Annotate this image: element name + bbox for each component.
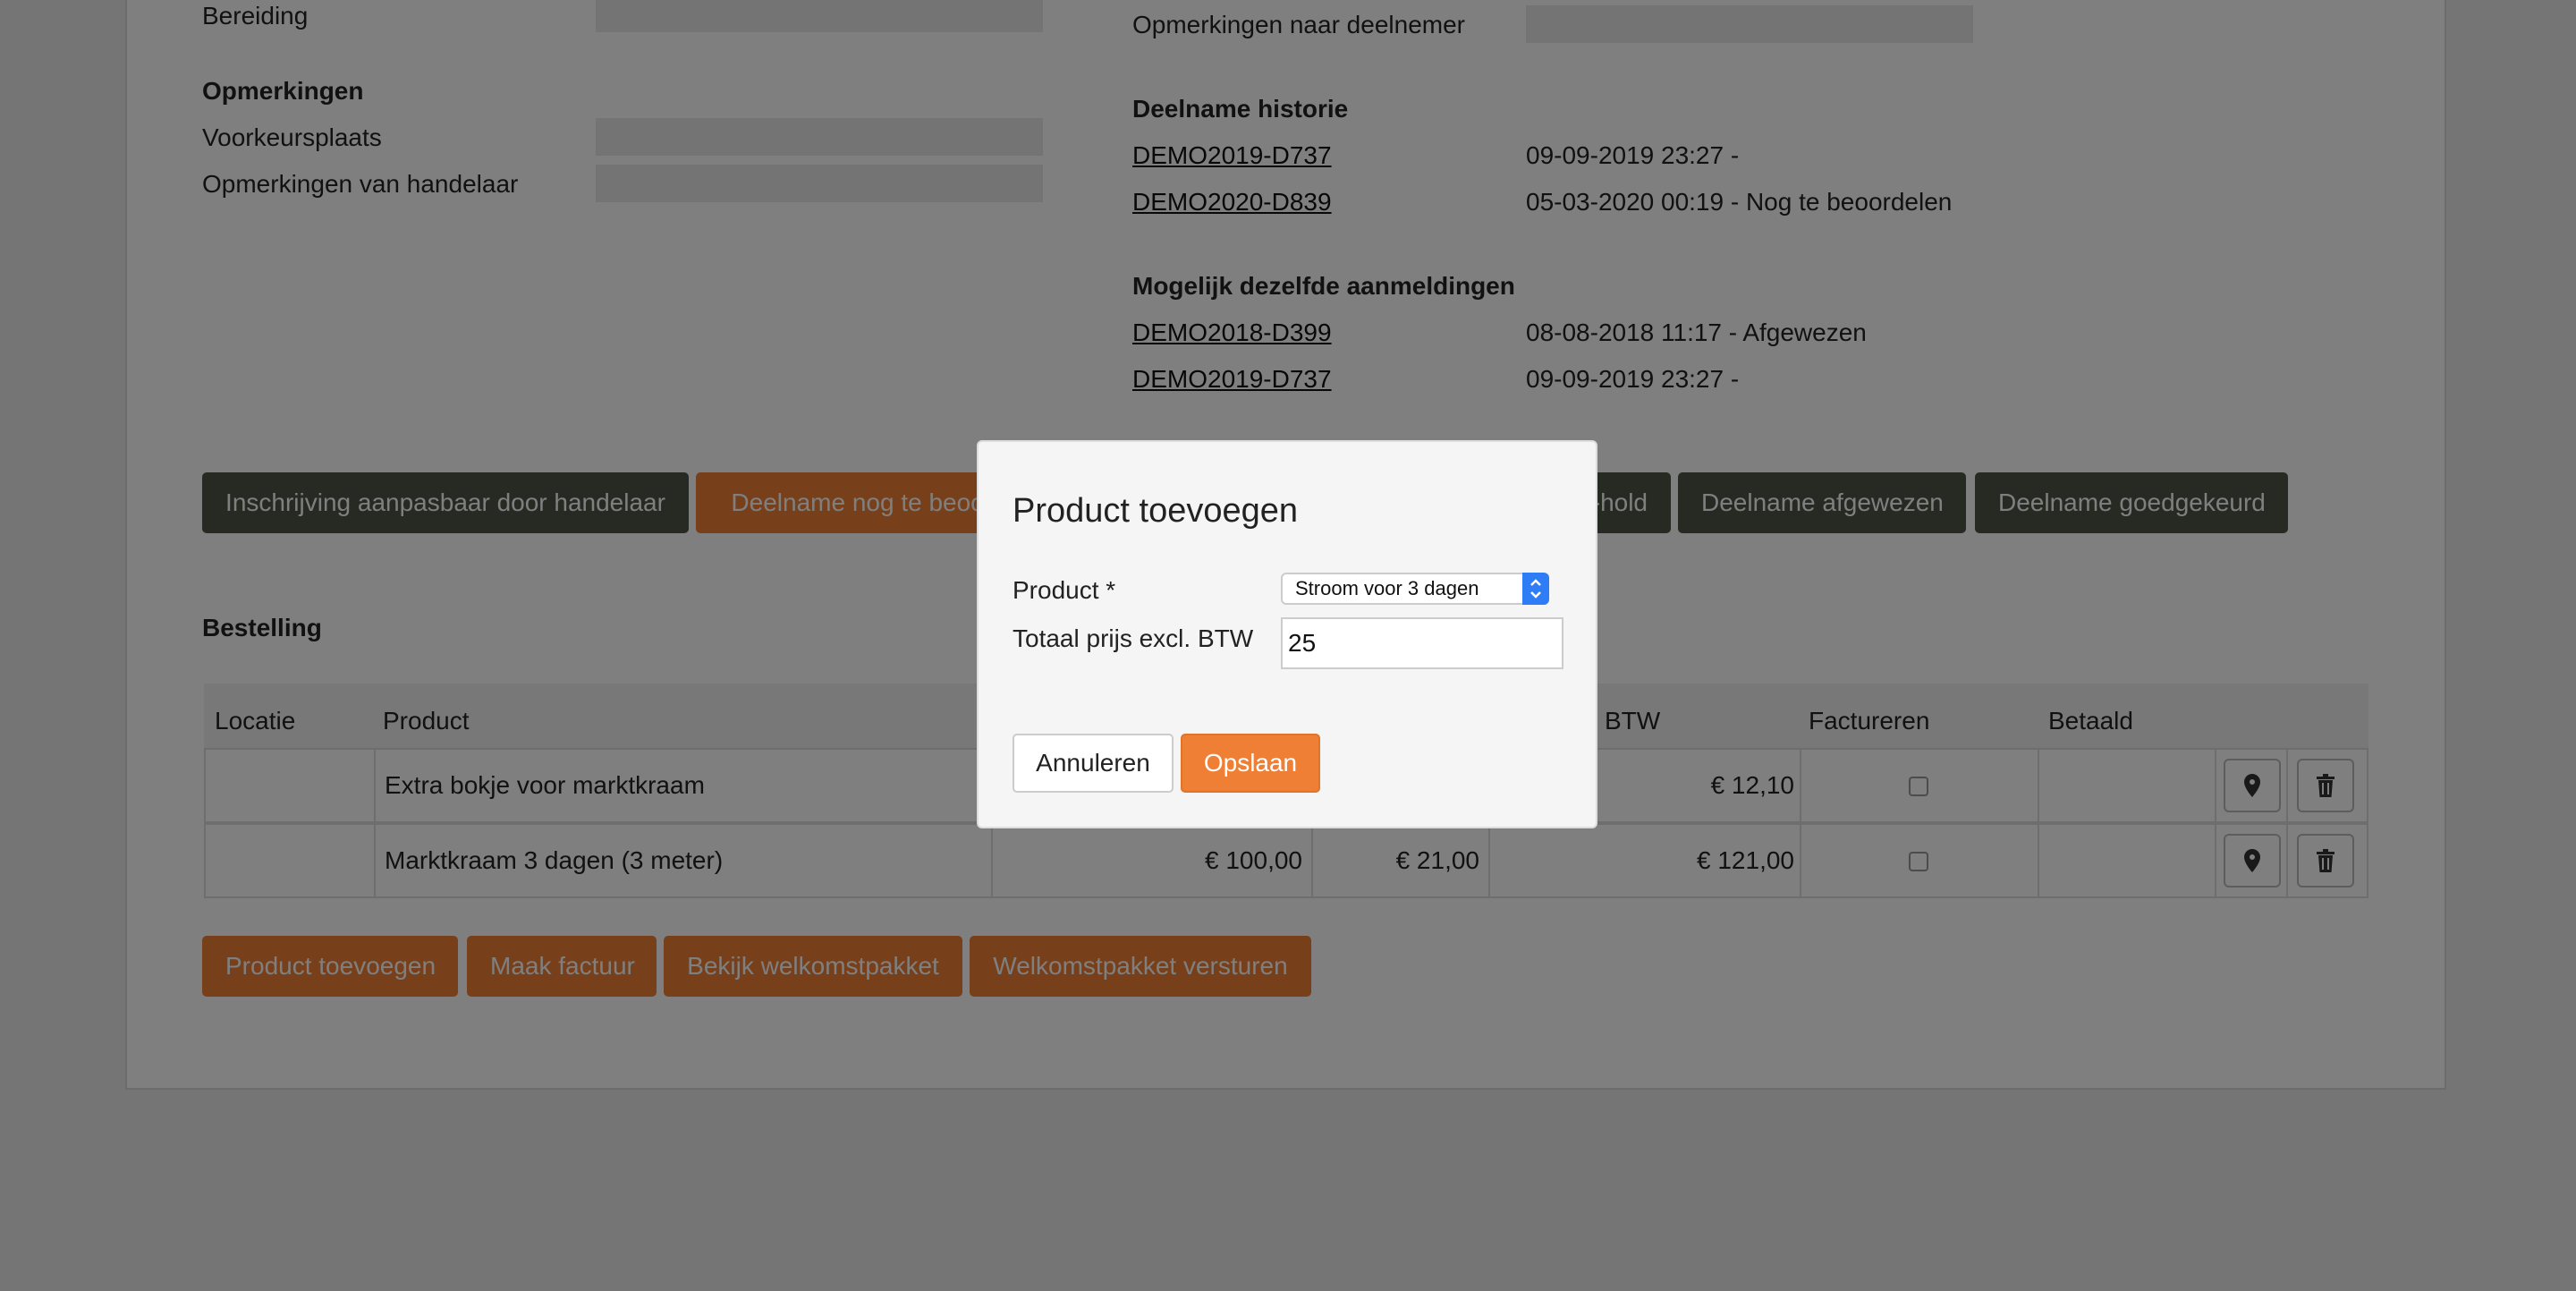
modal-title: Product toevoegen (1013, 492, 1299, 530)
cancel-button[interactable]: Annuleren (1013, 734, 1174, 793)
product-label: Product * (1013, 576, 1116, 604)
price-label: Totaal prijs excl. BTW (1013, 624, 1254, 652)
select-chevron-icon (1522, 573, 1549, 605)
save-button[interactable]: Opslaan (1181, 734, 1320, 793)
product-toevoegen-modal: Product toevoegen Product * Stroom voor … (977, 440, 1597, 828)
product-select[interactable]: Stroom voor 3 dagen (1281, 573, 1549, 605)
price-input[interactable] (1281, 617, 1563, 669)
product-select-value: Stroom voor 3 dagen (1295, 577, 1479, 599)
